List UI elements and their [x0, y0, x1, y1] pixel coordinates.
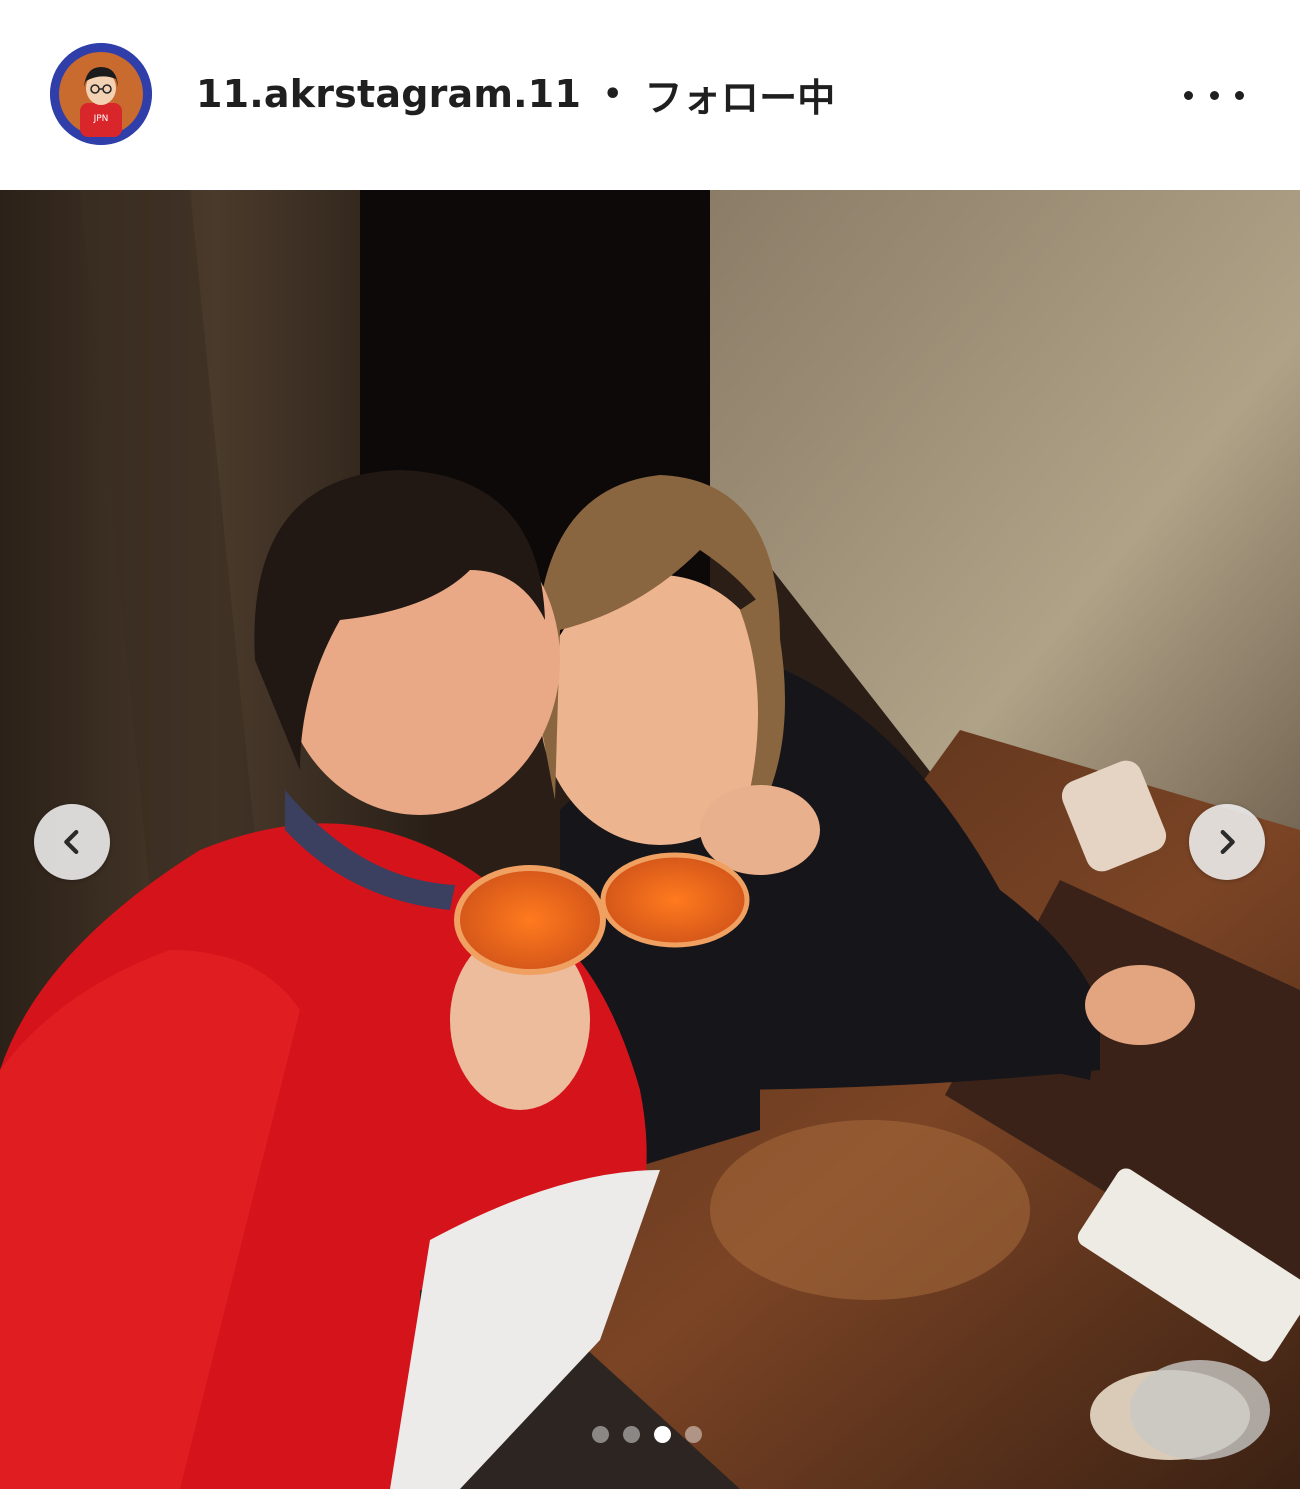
carousel-dot	[592, 1426, 609, 1443]
carousel-dot	[623, 1426, 640, 1443]
profile-avatar[interactable]: JPN	[50, 43, 152, 145]
person-right-hand-table	[1085, 965, 1195, 1045]
photo-scene	[0, 190, 1300, 1489]
follow-status-button[interactable]: フォロー中	[644, 67, 835, 122]
chevron-left-icon	[64, 829, 79, 855]
chevron-right-icon	[1220, 829, 1235, 855]
carousel-prev-button[interactable]	[34, 804, 110, 880]
username-link[interactable]: 11.akrstagram.11	[196, 72, 581, 116]
carousel-dot-active	[654, 1426, 671, 1443]
carousel-dot	[685, 1426, 702, 1443]
carousel-next-button[interactable]	[1189, 804, 1265, 880]
crab-shell-right	[600, 852, 750, 948]
more-dot	[1184, 90, 1193, 100]
username-row: 11.akrstagram.11 • フォロー中	[196, 68, 835, 120]
more-options-icon[interactable]	[1184, 78, 1244, 112]
post-photo	[0, 190, 1300, 1489]
crab-shell-left	[454, 865, 606, 975]
more-dot	[1235, 90, 1244, 100]
glass	[1130, 1360, 1270, 1460]
svg-text:JPN: JPN	[93, 114, 109, 124]
more-dot	[1209, 90, 1219, 100]
avatar-illustration: JPN	[50, 43, 152, 145]
carousel-indicator	[592, 1426, 702, 1443]
table-light-spot	[710, 1120, 1030, 1300]
post-header: JPN 11.akrstagram.11 • フォロー中	[0, 0, 1300, 190]
separator-dot: •	[603, 76, 623, 112]
